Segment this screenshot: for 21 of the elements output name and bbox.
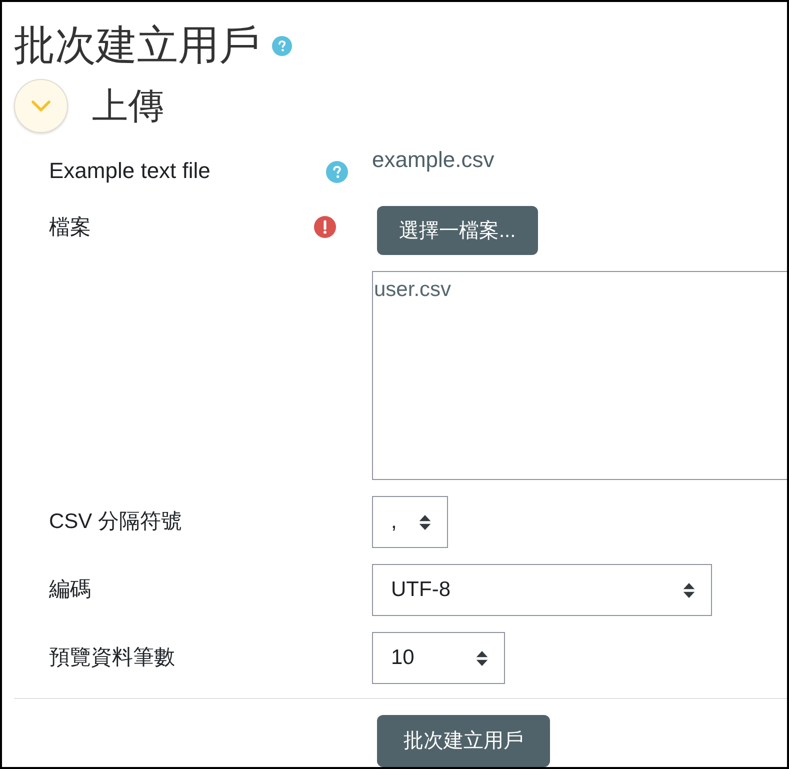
field-label: Example text file <box>49 157 210 185</box>
submit-button[interactable]: 批次建立用戶 <box>377 715 550 767</box>
file-name: user.csv <box>374 277 452 303</box>
example-file-link[interactable]: example.csv <box>372 146 494 174</box>
file-drop-area[interactable]: user.csv <box>372 271 787 480</box>
help-icon[interactable] <box>272 36 292 56</box>
field-label: 編碼 <box>49 577 91 603</box>
encoding-select[interactable]: UTF-8 <box>372 564 712 616</box>
up-down-caret-icon <box>683 582 695 598</box>
preview-rows-select[interactable]: 10 <box>372 632 505 684</box>
collapse-toggle[interactable] <box>14 79 68 133</box>
delimiter-select[interactable]: , <box>372 496 448 548</box>
field-label: 預覽資料筆數 <box>49 645 175 671</box>
help-icon[interactable] <box>326 161 348 183</box>
section-heading: 上傳 <box>92 84 164 128</box>
field-label: 檔案 <box>49 215 91 241</box>
choose-file-button[interactable]: 選擇一檔案... <box>377 206 538 255</box>
up-down-caret-icon <box>419 514 431 530</box>
page-title: 批次建立用戶 <box>14 21 260 70</box>
field-label: CSV 分隔符號 <box>49 509 182 535</box>
up-down-caret-icon <box>476 650 488 666</box>
